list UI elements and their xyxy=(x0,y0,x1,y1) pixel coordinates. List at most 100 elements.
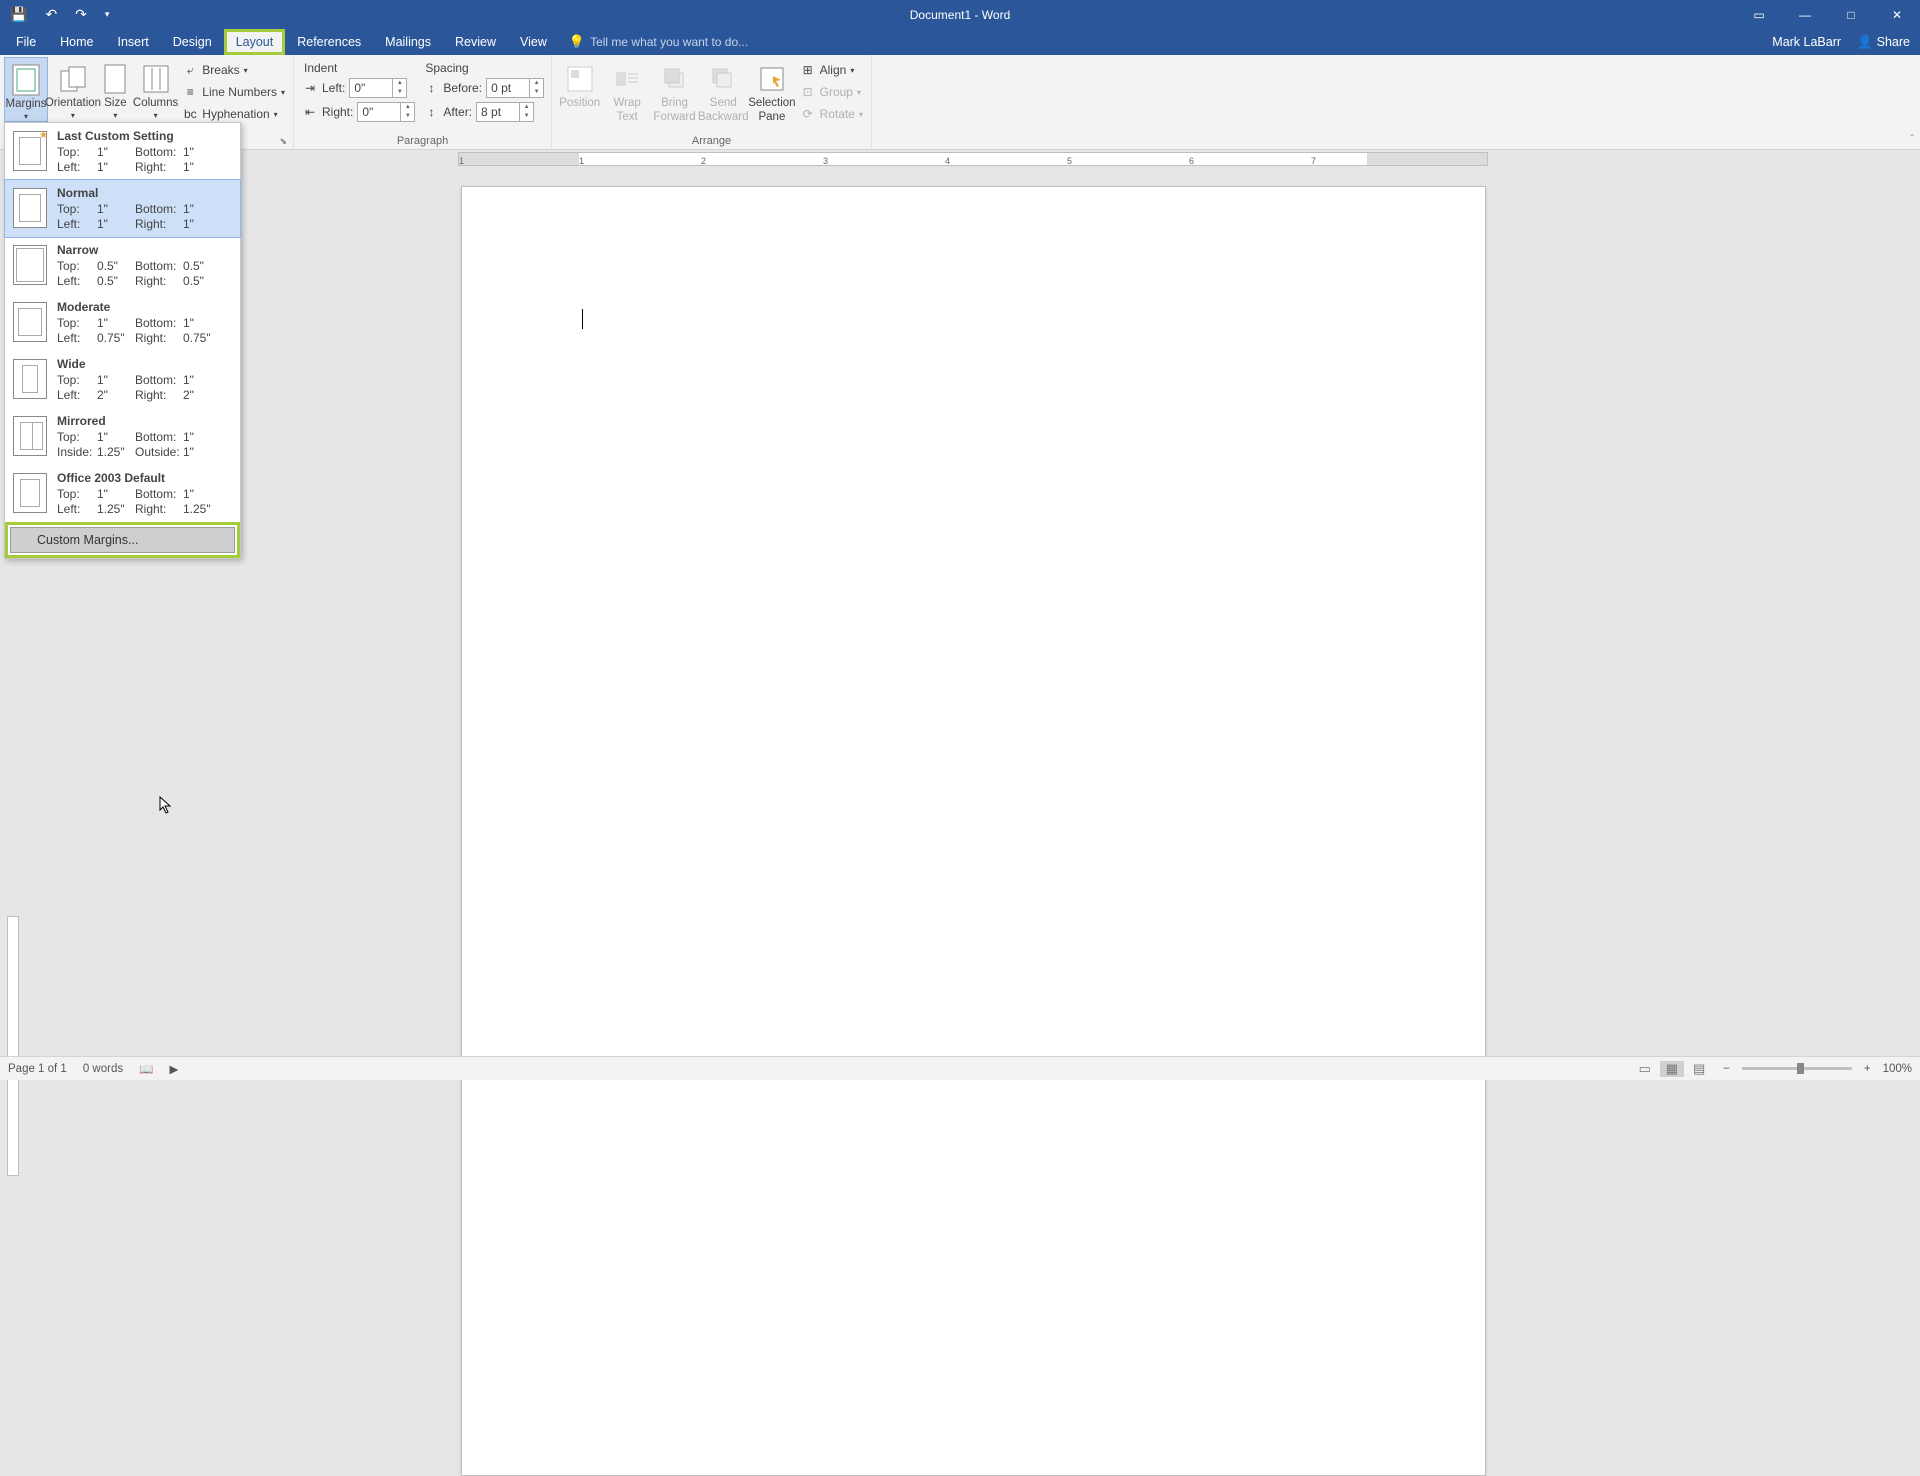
undo-icon[interactable]: ↶ xyxy=(45,6,57,23)
tab-file[interactable]: File xyxy=(4,29,48,55)
tab-layout[interactable]: Layout xyxy=(224,29,286,55)
columns-label: Columns xyxy=(133,97,178,111)
share-label: Share xyxy=(1877,35,1910,49)
size-icon xyxy=(99,63,131,95)
margin-option-moderate[interactable]: ModerateTop:1"Bottom:1"Left:0.75"Right:0… xyxy=(5,294,240,351)
bring-forward-label: Bring Forward xyxy=(653,97,695,125)
margin-preview-icon xyxy=(13,416,47,456)
line-numbers-icon: ≡ xyxy=(182,84,198,100)
margin-option-wide[interactable]: WideTop:1"Bottom:1"Left:2"Right:2" xyxy=(5,351,240,408)
tab-review[interactable]: Review xyxy=(443,29,508,55)
indent-left-input[interactable]: 0"▲▼ xyxy=(349,78,407,98)
indent-right-value: 0" xyxy=(362,105,373,119)
horizontal-ruler[interactable]: 1 1234567 xyxy=(458,150,1488,168)
spacing-after-input[interactable]: 8 pt▲▼ xyxy=(476,102,534,122)
custom-margins-button[interactable]: Custom Margins... xyxy=(10,527,235,553)
collapse-ribbon-icon[interactable]: ˆ xyxy=(1911,134,1914,145)
ruler-number: 3 xyxy=(823,156,828,166)
tab-mailings[interactable]: Mailings xyxy=(373,29,443,55)
indent-left-label: Left: xyxy=(322,81,345,95)
margin-option-name: Narrow xyxy=(57,243,232,257)
spacing-before-icon: ↕ xyxy=(423,80,439,96)
indent-left-row: ⇥Left:0"▲▼ xyxy=(298,77,419,99)
margin-option-name: Normal xyxy=(57,186,232,200)
ruler-number: 4 xyxy=(945,156,950,166)
chevron-down-icon: ▾ xyxy=(71,111,75,121)
send-backward-icon xyxy=(707,63,739,95)
maximize-icon[interactable]: □ xyxy=(1828,8,1874,22)
zoom-in-icon[interactable]: + xyxy=(1864,1063,1871,1075)
ruler-number: 5 xyxy=(1067,156,1072,166)
columns-icon xyxy=(140,63,172,95)
selection-pane-button[interactable]: Selection Pane xyxy=(748,57,795,125)
breaks-button[interactable]: ⤶Breaks▾ xyxy=(178,59,289,81)
indent-heading: Indent xyxy=(298,61,419,75)
zoom-level[interactable]: 100% xyxy=(1883,1063,1912,1075)
zoom-slider[interactable] xyxy=(1742,1067,1852,1070)
tab-insert[interactable]: Insert xyxy=(106,29,161,55)
margin-option-mirrored[interactable]: Mirrored Top:1"Bottom:1"Inside:1.25"Outsi… xyxy=(5,408,240,465)
macro-status-icon[interactable]: ▶ xyxy=(169,1062,178,1076)
print-layout-icon[interactable]: ▦ xyxy=(1660,1061,1684,1077)
close-icon[interactable]: ✕ xyxy=(1874,8,1920,22)
tab-home[interactable]: Home xyxy=(48,29,105,55)
group-button: ⊡Group▾ xyxy=(796,81,867,103)
breaks-label: Breaks xyxy=(202,63,239,77)
share-button[interactable]: 👤 Share xyxy=(1857,35,1910,50)
margin-option-normal[interactable]: NormalTop:1"Bottom:1"Left:1"Right:1" xyxy=(4,179,241,238)
spacing-after-icon: ↕ xyxy=(423,104,439,120)
indent-right-icon: ⇤ xyxy=(302,104,318,120)
spacing-before-value: 0 pt xyxy=(491,81,511,95)
margin-option-name: Last Custom Setting xyxy=(57,129,232,143)
tab-design[interactable]: Design xyxy=(161,29,224,55)
position-icon xyxy=(564,63,596,95)
margin-option-narrow[interactable]: Narrow Top:0.5"Bottom:0.5"Left:0.5"Right:… xyxy=(5,237,240,294)
columns-button[interactable]: Columns ▾ xyxy=(133,57,178,120)
read-mode-icon[interactable]: ▭ xyxy=(1633,1061,1657,1077)
size-button[interactable]: Size ▾ xyxy=(98,57,133,120)
save-icon[interactable]: 💾 xyxy=(10,6,27,23)
redo-icon[interactable]: ↷ xyxy=(75,6,87,23)
hyphenation-label: Hyphenation xyxy=(202,107,269,121)
zoom-out-icon[interactable]: − xyxy=(1723,1063,1730,1075)
margin-option-lastcustom[interactable]: ★Last Custom SettingTop:1"Bottom:1"Left:… xyxy=(5,123,240,180)
word-count-status[interactable]: 0 words xyxy=(83,1063,123,1075)
margin-option-name: Office 2003 Default xyxy=(57,471,232,485)
qat-customize-icon[interactable]: ▾ xyxy=(105,9,110,20)
indent-right-input[interactable]: 0"▲▼ xyxy=(357,102,415,122)
spacing-before-input[interactable]: 0 pt▲▼ xyxy=(486,78,544,98)
arrange-group-label: Arrange xyxy=(556,135,867,149)
margin-option-office2003[interactable]: Office 2003 DefaultTop:1"Bottom:1"Left:1… xyxy=(5,465,240,522)
document-page[interactable] xyxy=(461,186,1486,1476)
margin-values: Top:1"Bottom:1"Left:1"Right:1" xyxy=(57,145,232,174)
margin-option-name: Mirrored xyxy=(57,414,232,428)
group-icon: ⊡ xyxy=(800,84,816,100)
orientation-icon xyxy=(57,63,89,95)
margins-button[interactable]: Margins ▾ xyxy=(4,57,48,122)
margin-values: Top:1"Bottom:1"Inside:1.25"Outside:1" xyxy=(57,430,232,459)
ruler-number: 2 xyxy=(701,156,706,166)
tab-references[interactable]: References xyxy=(285,29,373,55)
page-number-status[interactable]: Page 1 of 1 xyxy=(8,1063,67,1075)
margins-icon xyxy=(10,64,42,96)
chevron-down-icon: ▾ xyxy=(244,66,248,75)
vertical-ruler[interactable] xyxy=(5,916,21,1176)
spelling-status-icon[interactable]: 📖 xyxy=(139,1062,153,1076)
tab-view[interactable]: View xyxy=(508,29,559,55)
ribbon-display-options-icon[interactable]: ▭ xyxy=(1736,8,1782,22)
rotate-icon: ⟳ xyxy=(800,106,816,122)
line-numbers-button[interactable]: ≡Line Numbers▾ xyxy=(178,81,289,103)
margin-values: Top:0.5"Bottom:0.5"Left:0.5"Right:0.5" xyxy=(57,259,232,288)
web-layout-icon[interactable]: ▤ xyxy=(1687,1061,1711,1077)
user-name[interactable]: Mark LaBarr xyxy=(1772,35,1841,49)
margin-preview-icon xyxy=(13,359,47,399)
rotate-button: ⟳Rotate▾ xyxy=(796,103,867,125)
minimize-icon[interactable]: — xyxy=(1782,8,1828,22)
group-objects-label: Group xyxy=(820,85,853,99)
align-button[interactable]: ⊞Align▾ xyxy=(796,59,867,81)
tell-me-search[interactable]: 💡 Tell me what you want to do... xyxy=(569,29,748,55)
orientation-button[interactable]: Orientation ▾ xyxy=(48,57,98,120)
send-backward-label: Send Backward xyxy=(698,97,749,125)
dialog-launcher-icon[interactable]: ⬊ xyxy=(279,136,287,147)
view-buttons: ▭ ▦ ▤ xyxy=(1633,1061,1711,1077)
